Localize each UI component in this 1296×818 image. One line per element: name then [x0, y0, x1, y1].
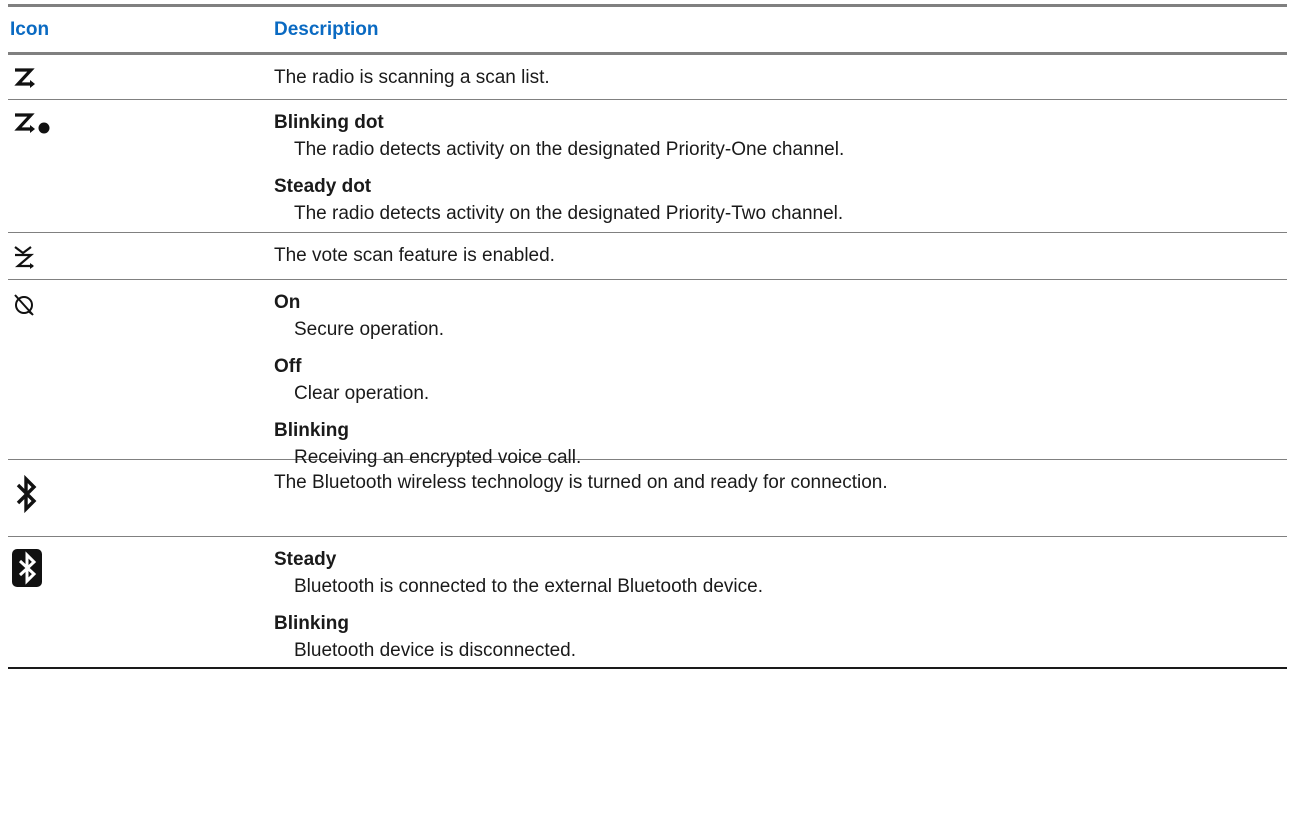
priority-scan-icon	[8, 100, 274, 232]
definition-entry: Off Clear operation.	[274, 355, 1287, 405]
row-description: The Bluetooth wireless technology is tur…	[274, 472, 888, 493]
scan-icon	[8, 55, 274, 99]
entry-definition: Bluetooth is connected to the external B…	[294, 576, 763, 597]
entry-definition: Clear operation.	[294, 383, 430, 404]
entry-definition: The radio detects activity on the design…	[294, 203, 844, 224]
secure-operation-icon	[8, 280, 274, 459]
entry-term: Off	[274, 356, 302, 377]
bluetooth-connected-icon	[8, 537, 274, 667]
table-row: The vote scan feature is enabled.	[8, 233, 1287, 280]
column-header-description: Description	[274, 18, 379, 40]
entry-definition: Bluetooth device is disconnected.	[294, 640, 577, 661]
entry-term: Blinking	[274, 420, 349, 441]
table-row: Blinking dot The radio detects activity …	[8, 100, 1287, 233]
row-description: The vote scan feature is enabled.	[274, 245, 555, 266]
column-header-icon: Icon	[10, 18, 50, 40]
entry-definition: The radio detects activity on the design…	[294, 139, 845, 160]
icon-description-table: Icon Description The radio is scanning a…	[8, 4, 1287, 669]
bluetooth-icon	[8, 460, 274, 536]
entry-term: On	[274, 292, 301, 313]
entry-term: Blinking dot	[274, 112, 384, 133]
entry-term: Blinking	[274, 613, 349, 634]
table-header: Icon Description	[8, 7, 1287, 55]
entry-term: Steady dot	[274, 176, 372, 197]
definition-entry: Steady Bluetooth is connected to the ext…	[274, 548, 1287, 598]
definition-entry: Blinking Bluetooth device is disconnecte…	[274, 612, 1287, 662]
table-row: The Bluetooth wireless technology is tur…	[8, 460, 1287, 537]
definition-entry: Blinking dot The radio detects activity …	[274, 111, 1287, 161]
table-row: Steady Bluetooth is connected to the ext…	[8, 537, 1287, 667]
entry-definition: Secure operation.	[294, 319, 444, 340]
row-description: The radio is scanning a scan list.	[274, 67, 550, 88]
definition-entry: Steady dot The radio detects activity on…	[274, 175, 1287, 225]
definition-entry: On Secure operation.	[274, 291, 1287, 341]
table-row: The radio is scanning a scan list.	[8, 55, 1287, 100]
vote-scan-icon	[8, 233, 274, 279]
table-row: On Secure operation. Off Clear operation…	[8, 280, 1287, 468]
entry-term: Steady	[274, 549, 337, 570]
